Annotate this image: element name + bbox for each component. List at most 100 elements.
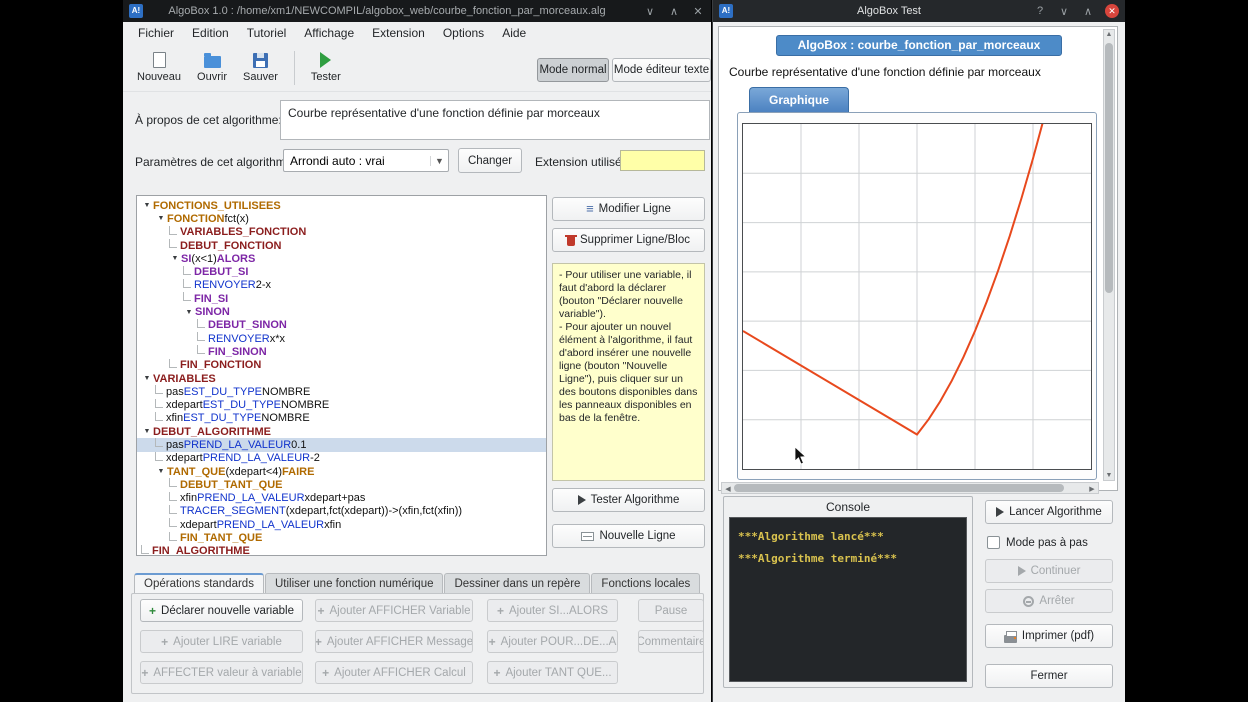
modify-line-button[interactable]: ≡ Modifier Ligne: [552, 197, 705, 221]
menu-fichier[interactable]: Fichier: [129, 26, 183, 40]
tree-line[interactable]: xfin PREND_LA_VALEUR xdepart+pas: [137, 492, 546, 505]
tree-line[interactable]: FIN_FONCTION: [137, 359, 546, 372]
scroll-down-icon[interactable]: ▼: [1103, 472, 1115, 479]
tree-line[interactable]: ▼DEBUT_ALGORITHME: [137, 425, 546, 438]
tree-line[interactable]: xdepart EST_DU_TYPE NOMBRE: [137, 398, 546, 411]
action-button-ajouter-si-alors[interactable]: +Ajouter SI...ALORS: [487, 599, 618, 622]
scroll-left-icon[interactable]: ◀: [722, 485, 734, 493]
plus-icon: +: [317, 604, 324, 618]
continue-button[interactable]: Continuer: [985, 559, 1113, 583]
menu-aide[interactable]: Aide: [493, 26, 535, 40]
save-button[interactable]: Sauver: [235, 49, 286, 87]
tab-dessiner-dans-un-rep-re[interactable]: Dessiner dans un repère: [444, 573, 590, 594]
tab-graphique[interactable]: Graphique: [749, 87, 849, 113]
menu-options[interactable]: Options: [434, 26, 493, 40]
action-button-commentaire[interactable]: Commentaire: [638, 630, 704, 653]
tab-op-rations-standards[interactable]: Opérations standards: [134, 573, 264, 594]
scroll-right-icon[interactable]: ▶: [1086, 485, 1098, 493]
expand-arrow-icon[interactable]: ▼: [183, 309, 195, 316]
tree-line[interactable]: ▼TANT_QUE (xdepart<4) FAIRE: [137, 465, 546, 478]
new-button[interactable]: Nouveau: [129, 48, 189, 87]
step-mode-row: Mode pas à pas: [987, 536, 1088, 549]
tree-line[interactable]: DEBUT_SINON: [137, 319, 546, 332]
branch-line: [169, 505, 177, 514]
tree-line[interactable]: pas EST_DU_TYPE NOMBRE: [137, 385, 546, 398]
action-button-affecter-valeur-variable[interactable]: +AFFECTER valeur à variable: [140, 661, 303, 684]
horizontal-scrollbar-thumb[interactable]: [734, 484, 1064, 492]
params-combobox[interactable]: Arrondi auto : vrai ▼: [283, 149, 449, 172]
tree-line[interactable]: RENVOYER x*x: [137, 332, 546, 345]
changer-button[interactable]: Changer: [458, 148, 522, 173]
action-button-ajouter-lire-variable[interactable]: +Ajouter LIRE variable: [140, 630, 303, 653]
algorithm-tree[interactable]: ▼FONCTIONS_UTILISEES▼FONCTION fct(x)VARI…: [136, 195, 547, 556]
open-button[interactable]: Ouvrir: [189, 48, 235, 87]
step-mode-label: Mode pas à pas: [1006, 537, 1088, 549]
expand-arrow-icon[interactable]: ▼: [155, 215, 167, 222]
action-button-ajouter-afficher-message[interactable]: +Ajouter AFFICHER Message: [315, 630, 473, 653]
test-button[interactable]: Tester: [303, 48, 349, 87]
expand-arrow-icon[interactable]: ▼: [141, 428, 153, 435]
tree-line[interactable]: xfin EST_DU_TYPE NOMBRE: [137, 412, 546, 425]
tree-line[interactable]: FIN_TANT_QUE: [137, 531, 546, 544]
minimize-icon[interactable]: ∨: [643, 5, 657, 18]
action-button-d-clarer-nouvelle-variable[interactable]: +Déclarer nouvelle variable: [140, 599, 303, 622]
close-window-icon[interactable]: ✕: [1105, 4, 1119, 18]
action-button-ajouter-afficher-calcul[interactable]: +Ajouter AFFICHER Calcul: [315, 661, 473, 684]
expand-arrow-icon[interactable]: ▼: [169, 255, 181, 262]
minimize-icon[interactable]: ∨: [1057, 5, 1071, 18]
test-algorithm-button[interactable]: Tester Algorithme: [552, 488, 705, 512]
tree-line[interactable]: FIN_SI: [137, 292, 546, 305]
tree-line[interactable]: ▼VARIABLES: [137, 372, 546, 385]
menu-affichage[interactable]: Affichage: [295, 26, 363, 40]
expand-arrow-icon[interactable]: ▼: [141, 375, 153, 382]
tree-line[interactable]: TRACER_SEGMENT (xdepart,fct(xdepart))->(…: [137, 505, 546, 518]
action-button-ajouter-afficher-variable[interactable]: +Ajouter AFFICHER Variable: [315, 599, 473, 622]
action-button-ajouter-tant-que-[interactable]: +Ajouter TANT QUE...: [487, 661, 618, 684]
launch-algorithm-button[interactable]: Lancer Algorithme: [985, 500, 1113, 524]
menu-extension[interactable]: Extension: [363, 26, 434, 40]
stop-button[interactable]: Arrêter: [985, 589, 1113, 613]
maximize-icon[interactable]: ∧: [667, 5, 681, 18]
tree-line[interactable]: xdepart PREND_LA_VALEUR xfin: [137, 518, 546, 531]
tab-fonctions-locales[interactable]: Fonctions locales: [591, 573, 700, 594]
tree-line[interactable]: DEBUT_SI: [137, 265, 546, 278]
menu-tutoriel[interactable]: Tutoriel: [238, 26, 296, 40]
tree-line[interactable]: xdepart PREND_LA_VALEUR -2: [137, 452, 546, 465]
mode-editeur-texte-button[interactable]: Mode éditeur texte: [612, 58, 711, 82]
close-window-icon[interactable]: ✕: [691, 5, 705, 18]
tree-line[interactable]: VARIABLES_FONCTION: [137, 226, 546, 239]
branch-line: [183, 279, 191, 288]
expand-arrow-icon[interactable]: ▼: [155, 468, 167, 475]
vertical-scrollbar-thumb[interactable]: [1105, 43, 1113, 293]
tree-line[interactable]: FIN_SINON: [137, 345, 546, 358]
menu-edition[interactable]: Edition: [183, 26, 238, 40]
expand-arrow-icon[interactable]: ▼: [141, 202, 153, 209]
tree-line[interactable]: FIN_ALGORITHME: [137, 545, 546, 556]
about-input[interactable]: Courbe représentative d'une fonction déf…: [280, 100, 710, 140]
tree-line[interactable]: ▼SI (x<1) ALORS: [137, 252, 546, 265]
tree-line[interactable]: DEBUT_TANT_QUE: [137, 478, 546, 491]
close-button[interactable]: Fermer: [985, 664, 1113, 688]
delete-line-button[interactable]: Supprimer Ligne/Bloc: [552, 228, 705, 252]
tree-line[interactable]: RENVOYER 2-x: [137, 279, 546, 292]
extension-field[interactable]: [620, 150, 705, 171]
mode-normal-button[interactable]: Mode normal: [537, 58, 609, 82]
graph-plot: [742, 123, 1092, 470]
action-button-ajouter-pour-de-a[interactable]: +Ajouter POUR...DE...A: [487, 630, 618, 653]
horizontal-scrollbar[interactable]: ◀ ▶: [721, 482, 1099, 494]
tree-line[interactable]: ▼FONCTIONS_UTILISEES: [137, 199, 546, 212]
vertical-scrollbar[interactable]: ▲ ▼: [1103, 29, 1115, 481]
action-button-pause[interactable]: Pause: [638, 599, 704, 622]
tree-line[interactable]: ▼SINON: [137, 305, 546, 318]
help-icon[interactable]: ?: [1033, 5, 1047, 17]
tree-line[interactable]: DEBUT_FONCTION: [137, 239, 546, 252]
tab-utiliser-une-fonction-num-rique[interactable]: Utiliser une fonction numérique: [265, 573, 444, 594]
scroll-up-icon[interactable]: ▲: [1103, 31, 1115, 38]
tree-line[interactable]: ▼FONCTION fct(x): [137, 212, 546, 225]
tree-line[interactable]: pas PREND_LA_VALEUR 0.1: [137, 438, 546, 451]
print-pdf-button[interactable]: Imprimer (pdf): [985, 624, 1113, 648]
maximize-icon[interactable]: ∧: [1081, 5, 1095, 18]
console-label: Console: [724, 497, 972, 514]
new-line-button[interactable]: Nouvelle Ligne: [552, 524, 705, 548]
step-mode-checkbox[interactable]: [987, 536, 1000, 549]
